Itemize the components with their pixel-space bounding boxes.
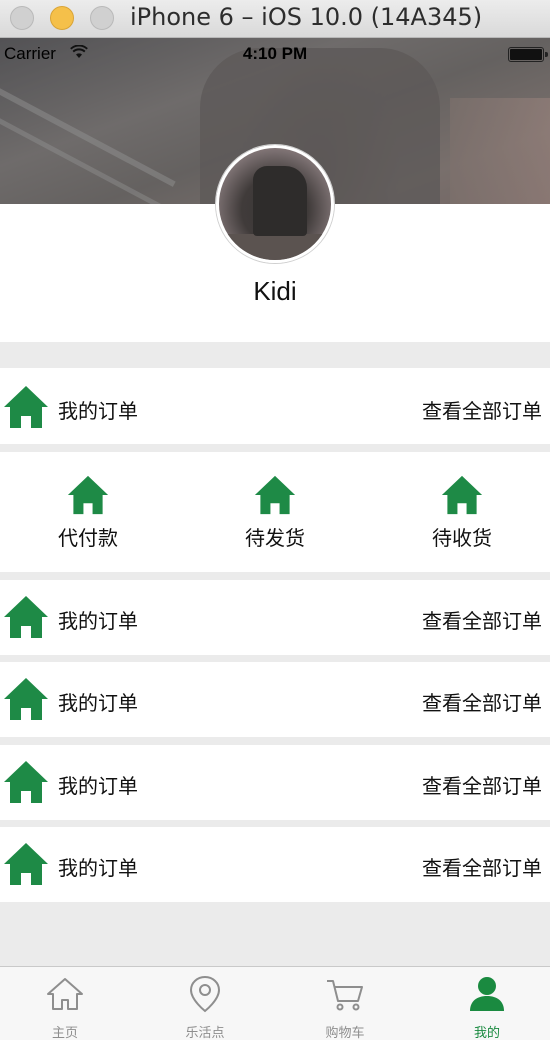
- view-all-orders-link[interactable]: 查看全部订单: [422, 770, 542, 799]
- pending-payment-button[interactable]: 代付款: [28, 474, 148, 551]
- home-icon: [4, 761, 48, 803]
- list-item[interactable]: 我的订单 查看全部订单: [0, 745, 550, 820]
- home-icon: [441, 475, 483, 515]
- tab-cart[interactable]: 购物车: [290, 967, 400, 1040]
- list-item-label: 我的订单: [58, 774, 138, 798]
- home-icon: [4, 386, 48, 428]
- person-icon: [470, 977, 504, 1011]
- cart-icon: [327, 980, 363, 1011]
- list-item-label: 我的订单: [58, 856, 138, 880]
- list-item-label: 我的订单: [58, 609, 138, 633]
- tab-label: 乐活点: [185, 1026, 225, 1040]
- battery-icon: [508, 47, 548, 62]
- list-item[interactable]: 我的订单 查看全部订单: [0, 827, 550, 902]
- home-icon: [4, 843, 48, 885]
- view-all-orders-link[interactable]: 查看全部订单: [422, 395, 542, 424]
- avatar[interactable]: [216, 145, 334, 263]
- home-icon: [4, 596, 48, 638]
- list-item-label: 我的订单: [58, 691, 138, 715]
- window-zoom-button[interactable]: [90, 6, 114, 30]
- tab-bar: 主页 乐活点 购物车 我的: [0, 966, 550, 1040]
- to-receive-label: 待收货: [432, 526, 492, 550]
- tab-label: 购物车: [325, 1026, 365, 1040]
- to-receive-button[interactable]: 待收货: [402, 474, 522, 551]
- to-ship-label: 待发货: [245, 526, 305, 550]
- pending-payment-label: 代付款: [58, 526, 118, 550]
- window-close-button[interactable]: [10, 6, 34, 30]
- tab-home[interactable]: 主页: [10, 967, 120, 1040]
- order-status-bar: 代付款 待发货 待收货: [0, 452, 550, 572]
- simulator-titlebar: iPhone 6 – iOS 10.0 (14A345): [0, 0, 550, 38]
- status-bar: Carrier 4:10 PM: [0, 38, 550, 72]
- window-title: iPhone 6 – iOS 10.0 (14A345): [130, 3, 483, 31]
- home-icon: [254, 475, 296, 515]
- home-outline-icon: [47, 978, 83, 1010]
- view-all-orders-link[interactable]: 查看全部订单: [422, 605, 542, 634]
- clock: 4:10 PM: [242, 44, 308, 63]
- home-icon: [4, 678, 48, 720]
- view-all-orders-link[interactable]: 查看全部订单: [422, 852, 542, 881]
- to-ship-button[interactable]: 待发货: [215, 474, 335, 551]
- view-all-orders-link[interactable]: 查看全部订单: [422, 687, 542, 716]
- tab-nearby[interactable]: 乐活点: [150, 967, 260, 1040]
- location-pin-icon: [189, 975, 221, 1013]
- my-orders-row[interactable]: 我的订单 查看全部订单: [0, 368, 550, 444]
- tab-me[interactable]: 我的: [432, 967, 542, 1040]
- tab-label: 我的: [473, 1026, 500, 1040]
- my-orders-label: 我的订单: [58, 399, 138, 423]
- window-minimize-button[interactable]: [50, 6, 74, 30]
- username: Kidi: [253, 276, 297, 306]
- home-icon: [67, 475, 109, 515]
- list-item[interactable]: 我的订单 查看全部订单: [0, 580, 550, 655]
- tab-label: 主页: [51, 1026, 78, 1040]
- list-item[interactable]: 我的订单 查看全部订单: [0, 662, 550, 737]
